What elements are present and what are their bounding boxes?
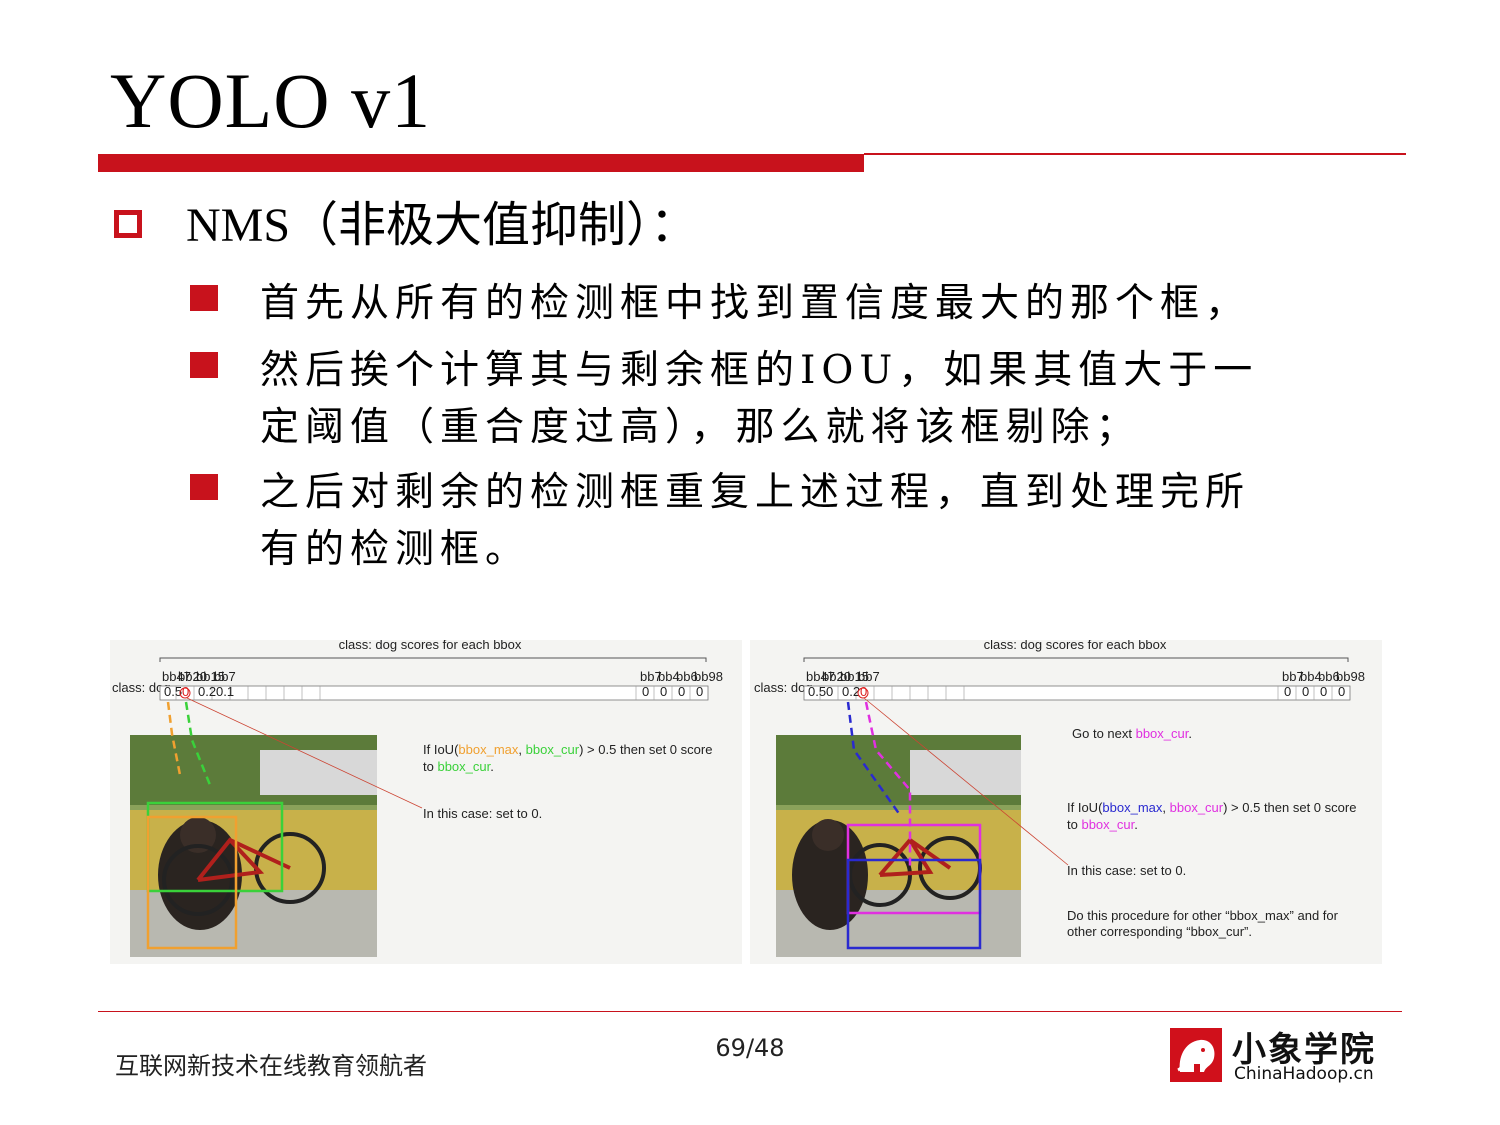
chinahadoop-logo: 小象学院 ChinaHadoop.cn xyxy=(1170,1026,1395,1086)
procedure-note-line-2: other corresponding “bbox_cur”. xyxy=(1067,924,1252,939)
box-label: bb7 xyxy=(858,669,880,684)
score-cell: 0 xyxy=(1338,684,1345,699)
score-cell: 0 xyxy=(642,684,649,699)
bullet-2-line-1: 然后挨个计算其与剩余框的IOU，如果其值大于一 xyxy=(260,348,1259,393)
bullet-2-text: 然后挨个计算其与剩余框的IOU，如果其值大于一 定阈值（重合度过高），那么就将该… xyxy=(260,342,1370,456)
score-cell: 0 xyxy=(696,684,703,699)
score-cell: 0 xyxy=(660,684,667,699)
score-cell: 0 xyxy=(1320,684,1327,699)
red-square-bullet-icon xyxy=(190,474,218,500)
score-cell: 0 xyxy=(826,684,833,699)
procedure-note-line-1: Do this procedure for other “bbox_max” a… xyxy=(1067,908,1339,923)
nms-figure-right: class: dog scores for each bbox class: d… xyxy=(750,640,1382,964)
score-cell: 0.2 xyxy=(198,684,216,699)
bullet-3-text: 之后对剩余的检测框重复上述过程，直到处理完所 有的检测框。 xyxy=(260,464,1370,578)
iou-rule-line-2: to bbox_cur. xyxy=(1067,817,1138,832)
case-note: In this case: set to 0. xyxy=(423,806,542,821)
box-label: bb7 xyxy=(214,669,236,684)
hollow-square-bullet-icon xyxy=(114,210,142,238)
score-cell: 0.1 xyxy=(216,684,234,699)
footer-divider xyxy=(98,1011,1402,1012)
bullet-2-line-2: 定阈值（重合度过高），那么就将该框剔除； xyxy=(260,405,1141,450)
case-note: In this case: set to 0. xyxy=(1067,863,1186,878)
title-underline-thin xyxy=(864,153,1406,155)
nms-heading: NMS（非极大值抑制）： xyxy=(186,199,699,252)
bullet-3-line-2: 有的检测框。 xyxy=(260,527,531,572)
bullet-3-line-1: 之后对剩余的检测框重复上述过程，直到处理完所 xyxy=(260,470,1251,515)
title-underline-thick xyxy=(98,154,864,172)
bullet-1-line-1: 首先从所有的检测框中找到置信度最大的那个框， xyxy=(260,281,1251,326)
box-label: bb98 xyxy=(694,669,723,684)
iou-rule-line-1: If IoU(bbox_max, bbox_cur) > 0.5 then se… xyxy=(1067,800,1356,815)
red-square-bullet-icon xyxy=(190,285,218,311)
figure-top-label: class: dog scores for each bbox xyxy=(984,640,1167,652)
nms-figure-left: class: dog scores for each bbox class: d… xyxy=(110,640,742,964)
slide-title: YOLO v1 xyxy=(110,57,432,144)
iou-rule-line-2: to bbox_cur. xyxy=(423,759,494,774)
page-number: 69/48 xyxy=(715,1034,785,1062)
score-cell: 0.5 xyxy=(808,684,826,699)
iou-rule-line-1: If IoU(bbox_max, bbox_cur) > 0.5 then se… xyxy=(423,742,712,757)
footer-tagline: 互联网新技术在线教育领航者 xyxy=(115,1052,427,1080)
go-to-next-line: Go to next bbox_cur. xyxy=(1072,726,1192,741)
score-cell: 0 xyxy=(1284,684,1291,699)
box-label: bb98 xyxy=(1336,669,1365,684)
elephant-logo-icon xyxy=(1170,1028,1222,1082)
red-square-bullet-icon xyxy=(190,352,218,378)
figure-top-label: class: dog scores for each bbox xyxy=(339,640,522,652)
logo-domain: ChinaHadoop.cn xyxy=(1234,1064,1374,1084)
score-cell: 0.5 xyxy=(164,684,182,699)
score-cell: 0.2 xyxy=(842,684,860,699)
dog-bicycle-photo xyxy=(130,735,377,957)
score-cell: 0 xyxy=(678,684,685,699)
bullet-1-text: 首先从所有的检测框中找到置信度最大的那个框， xyxy=(260,275,1370,332)
score-cell: 0 xyxy=(1302,684,1309,699)
dog-bicycle-photo xyxy=(776,735,1021,957)
